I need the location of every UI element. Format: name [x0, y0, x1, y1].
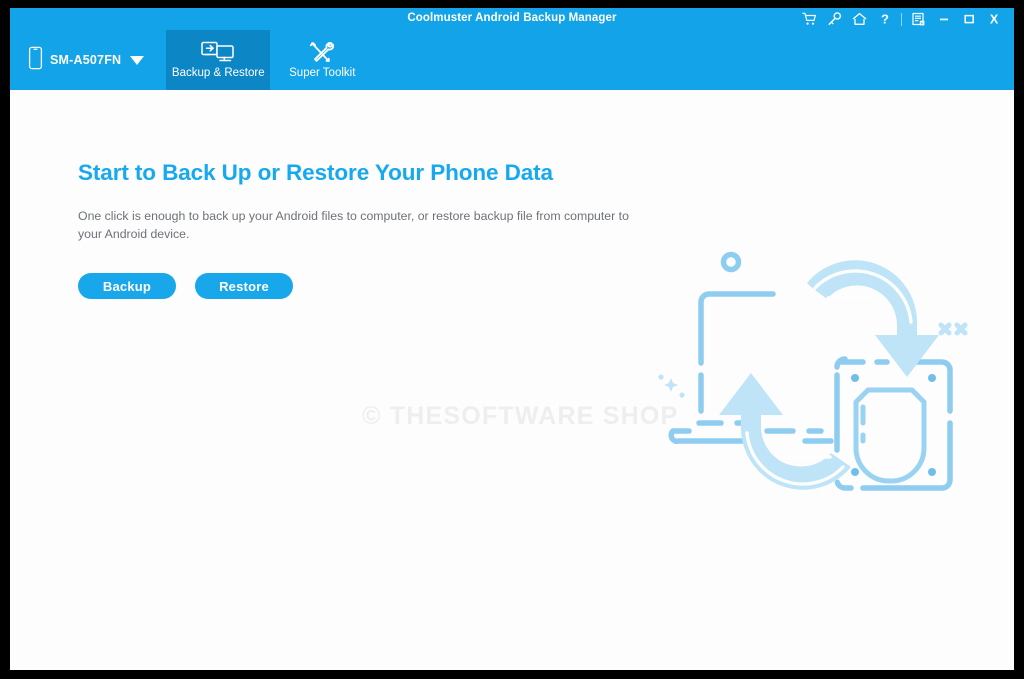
maximize-icon[interactable]: [956, 8, 981, 30]
action-button-row: Backup Restore: [78, 273, 293, 299]
toolkit-icon: [308, 40, 336, 64]
cart-icon[interactable]: [797, 8, 822, 30]
application-window: Coolmuster Android Backup Manager ? R X …: [10, 8, 1014, 670]
watermark-text: © THESOFTWARE SHOP: [362, 402, 679, 430]
page-title: Start to Back Up or Restore Your Phone D…: [78, 160, 553, 185]
close-icon[interactable]: X: [981, 8, 1006, 30]
minimize-icon[interactable]: [931, 8, 956, 30]
phone-icon: [28, 46, 43, 75]
svg-text:X: X: [989, 13, 998, 27]
register-icon[interactable]: R: [906, 8, 931, 30]
title-bar-icon-group: ? R X: [797, 8, 1006, 30]
svg-text:?: ?: [881, 12, 889, 26]
home-icon[interactable]: [847, 8, 872, 30]
screen-frame: Coolmuster Android Backup Manager ? R X …: [0, 0, 1024, 679]
navigation-bar: SM-A507FN Backup & Restore Super Toolkit: [10, 30, 1014, 90]
tab-backup-restore-label: Backup & Restore: [171, 67, 265, 80]
tab-group: Backup & Restore Super Toolkit: [166, 30, 374, 90]
help-icon[interactable]: ?: [872, 8, 897, 30]
backup-restore-icon: [201, 40, 235, 64]
tab-super-toolkit[interactable]: Super Toolkit: [270, 30, 374, 90]
key-icon[interactable]: [822, 8, 847, 30]
backup-button[interactable]: Backup: [78, 273, 176, 299]
backup-restore-illustration: [655, 235, 975, 535]
title-bar: Coolmuster Android Backup Manager ? R X: [10, 8, 1014, 30]
tab-backup-restore[interactable]: Backup & Restore: [166, 30, 271, 90]
device-name-label: SM-A507FN: [50, 53, 122, 67]
main-content: © THESOFTWARE SHOP Start to Back Up or R…: [10, 90, 1014, 670]
chevron-down-icon[interactable]: [130, 56, 145, 65]
tab-super-toolkit-label: Super Toolkit: [289, 67, 356, 80]
title-bar-divider: [901, 12, 902, 26]
device-selector[interactable]: SM-A507FN: [10, 30, 158, 90]
restore-button[interactable]: Restore: [195, 273, 293, 299]
page-description: One click is enough to back up your Andr…: [78, 209, 629, 241]
